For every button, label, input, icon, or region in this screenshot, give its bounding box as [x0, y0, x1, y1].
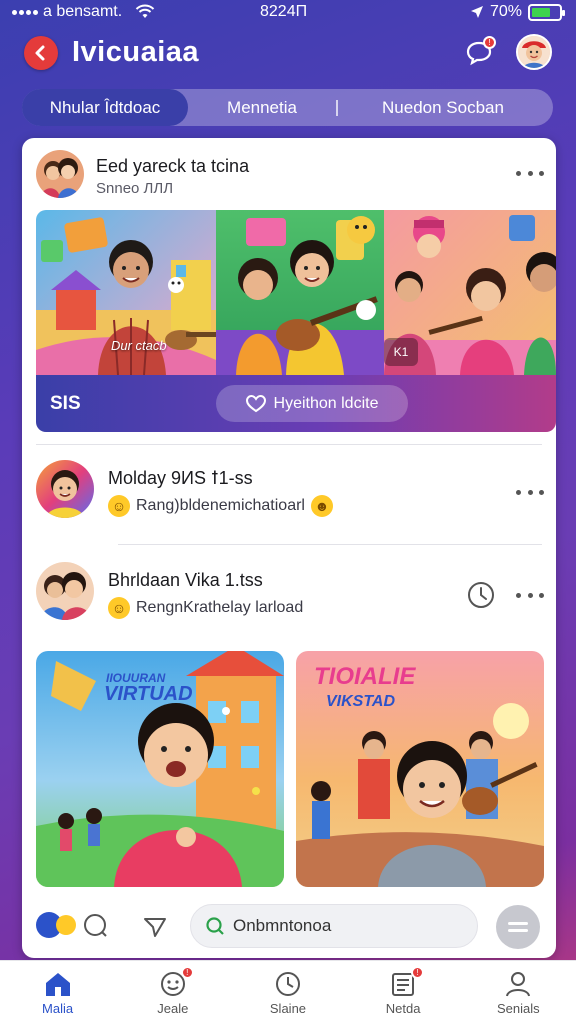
tab-bar: Nhular Îdtdoac Mennetia Nuedon Socban [22, 89, 553, 126]
smile-emoji-icon: ☺ [108, 495, 130, 517]
status-right: 70% [470, 3, 565, 21]
nav-slaine[interactable]: Slaine [238, 970, 338, 1016]
post-media[interactable]: Dur ctacb K1 SIS Hyeithon ldcite [36, 210, 556, 432]
wifi-icon [135, 4, 155, 18]
media-panel-3[interactable]: K1 [384, 210, 556, 375]
thumbnail-2[interactable]: TIOIALIE VIKSTAD [296, 651, 544, 887]
like-action-button[interactable]: Hyeithon ldcite [216, 385, 408, 422]
video-badge[interactable]: K1 [384, 338, 418, 366]
carrier-info: a bensamt. [12, 3, 155, 21]
battery-percent: 70% [489, 3, 522, 20]
nav-senials-label: Senials [497, 1000, 540, 1016]
signal-icon [12, 9, 38, 15]
location-icon [470, 6, 483, 18]
clock-search-icon [468, 582, 494, 608]
comment-placeholder: Onbmntonoa [233, 916, 332, 935]
arrow-left-icon [35, 45, 45, 61]
row1-avatar[interactable] [36, 460, 94, 518]
divider [118, 544, 542, 545]
post-header: Eed yareck ta tcina Snneo ЛЛЛ [22, 138, 556, 208]
row2-avatar[interactable] [36, 562, 94, 620]
tab-nuedon[interactable]: Nuedon Socban [338, 89, 548, 126]
home-icon [45, 972, 70, 996]
tab-nhular[interactable]: Nhular Îdtdoac [22, 89, 188, 126]
row2-more-button[interactable] [516, 587, 544, 603]
person-icon [506, 971, 531, 996]
carrier-label: a bensamt. [43, 3, 123, 20]
grin-emoji-icon: ☻ [310, 495, 333, 517]
menu-lines-icon [508, 922, 528, 932]
post-more-button[interactable] [516, 165, 544, 181]
nav-slaine-label: Slaine [269, 1000, 307, 1016]
chat-badge: ! [483, 36, 496, 49]
comment-icon[interactable] [82, 912, 108, 938]
media-panel-1[interactable]: Dur ctacb [36, 210, 216, 375]
media-count: SIS [50, 393, 81, 414]
row2-history-button[interactable] [466, 580, 496, 610]
thumbnail-1-title: VIRTUAD [104, 683, 193, 705]
share-icon[interactable] [142, 914, 168, 940]
nav-jeale-badge: ! [180, 965, 194, 979]
row1-subtitle-text: Rang)bldenemichatioarl [136, 497, 305, 514]
family-avatar-icon [36, 150, 84, 198]
app-title: Ivicuaiaa [72, 36, 200, 68]
thumbnail-1[interactable]: IIOUURAN VIRTUAD [36, 651, 284, 887]
family-avatar-icon [40, 572, 92, 620]
nav-jeale-label: Jeale [157, 1000, 189, 1016]
user-avatar-icon [518, 36, 550, 68]
nav-jeale[interactable]: ! Jeale [123, 965, 223, 1016]
row1-subtitle: ☺ Rang)bldenemichatioarl ☻ [108, 495, 333, 517]
tab-mennetia[interactable]: Mennetia [188, 89, 336, 126]
boy-avatar-icon [46, 470, 84, 518]
status-bar: a bensamt. 8224П 70% [0, 0, 576, 26]
post-title: Eed yareck ta tcina [96, 156, 250, 176]
reaction-group [36, 912, 108, 938]
row1-more-button[interactable] [516, 484, 544, 500]
chat-button[interactable]: ! [462, 36, 496, 70]
thumbnail-2-title: VIKSTAD [326, 693, 396, 710]
thumbnail-2-subtitle: TIOIALIE [314, 663, 416, 690]
status-time: 8224П [260, 3, 308, 20]
heart-icon [245, 394, 266, 412]
comment-bar: Onbmntonoa [22, 902, 556, 958]
reaction-haha-icon[interactable] [56, 915, 76, 935]
search-icon [206, 917, 224, 935]
row2-subtitle: ☺ RengnKrathelay larload [108, 597, 303, 619]
nav-home[interactable]: Malia [8, 970, 108, 1016]
app-header: Ivicuaiaa ! [0, 28, 576, 80]
media-panel-2[interactable] [216, 210, 384, 375]
panel-caption: Dur ctacb [111, 338, 167, 353]
play-label: K1 [393, 345, 409, 359]
row1-title: Molday 9ИS ꝉ1-ss [108, 468, 253, 488]
post-subtitle: Snneo ЛЛЛ [96, 180, 174, 197]
media-footer: SIS Hyeithon ldcite [36, 375, 556, 432]
smile-emoji-icon: ☺ [108, 597, 130, 619]
back-button[interactable] [24, 36, 58, 70]
battery-icon [528, 3, 565, 21]
nav-netda-label: Netda [385, 1000, 421, 1016]
post-avatar[interactable] [36, 150, 84, 198]
comment-input[interactable]: Onbmntonoa [190, 904, 478, 948]
row2-title: Bhrldaan Vika 1.tss [108, 570, 263, 590]
girls-guitar-illustration [216, 216, 384, 375]
feed-card: Eed yareck ta tcina Snneo ЛЛЛ Dur ctacb … [22, 138, 556, 958]
nav-home-label: Malia [42, 1000, 74, 1016]
send-button[interactable] [496, 905, 540, 949]
bottom-nav: Malia ! Jeale Slaine ! Netda Senials [0, 960, 576, 1024]
like-action-label: Hyeithon ldcite [273, 394, 379, 412]
nav-netda[interactable]: ! Netda [353, 965, 453, 1016]
nav-senials[interactable]: Senials [468, 970, 568, 1016]
nav-netda-badge: ! [411, 965, 425, 979]
divider [36, 444, 542, 445]
clock-icon [275, 971, 300, 996]
profile-avatar[interactable] [516, 34, 552, 70]
row2-subtitle-text: RengnKrathelay larload [136, 599, 304, 616]
